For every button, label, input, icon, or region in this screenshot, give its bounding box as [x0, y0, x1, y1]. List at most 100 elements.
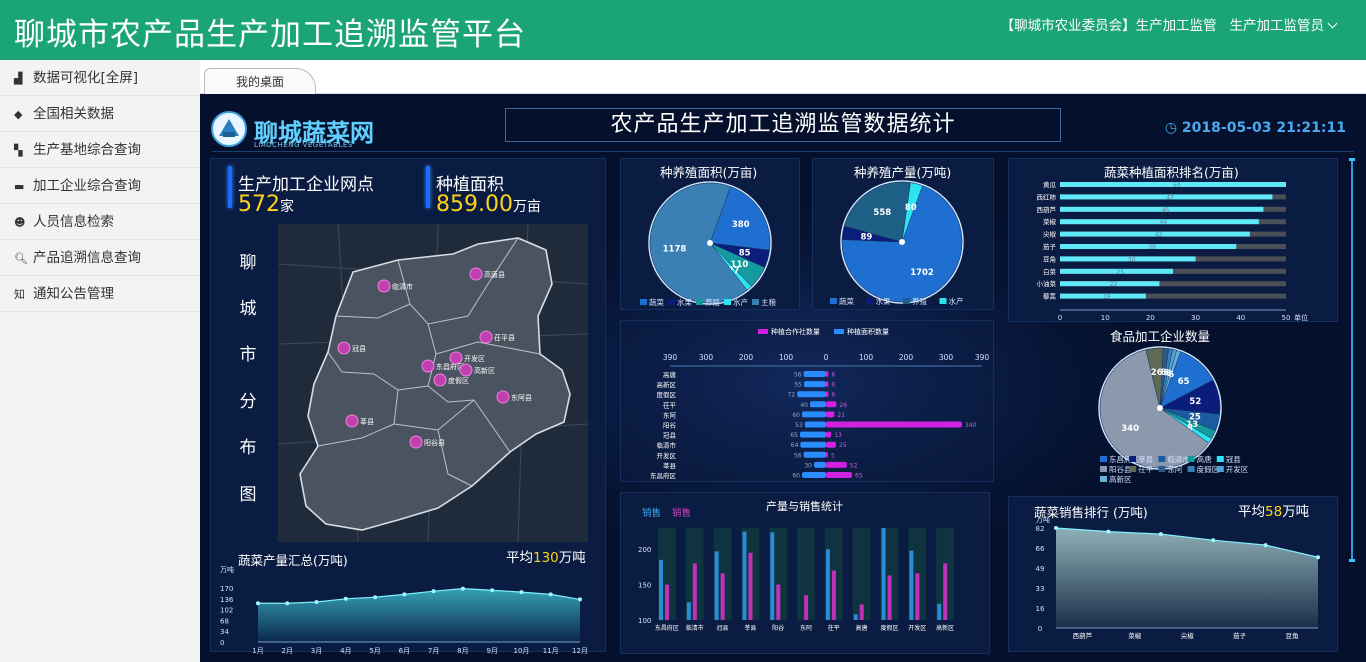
bar-series-a[interactable] [686, 602, 691, 620]
user-role[interactable]: 生产加工监管员 [1230, 18, 1325, 34]
bar-right[interactable] [826, 461, 847, 468]
bar-series-a[interactable] [659, 559, 663, 620]
data-point[interactable] [256, 601, 260, 606]
sidebar-item-processing-enterprise[interactable]: ▬ 加工企业综合查询 [0, 168, 200, 204]
bar-left[interactable] [814, 461, 826, 468]
cooperative-butterfly-chart[interactable]: 种植合作社数量 种植面积数量 390 300 200 100 0 100 200 300 390 高唐… [620, 320, 994, 482]
city-marker[interactable] [377, 279, 391, 293]
city-marker[interactable] [421, 359, 435, 373]
data-point[interactable] [1158, 532, 1163, 537]
data-point[interactable] [373, 595, 378, 600]
bar-series-b[interactable] [720, 573, 725, 620]
bar-left[interactable] [803, 371, 826, 377]
data-point[interactable] [1263, 543, 1268, 548]
data-point[interactable] [1211, 538, 1216, 543]
bar-series-a[interactable] [909, 550, 914, 620]
food-enterprise-pie-chart[interactable]: 655225138340268666东昌府区 莘县 临清市 高唐 冠县阳谷县 茌平 东阿 度假… [1008, 340, 1338, 500]
x-tick-label: 40 [1236, 314, 1245, 322]
sidebar-item-visualization[interactable]: ▟ 数据可视化[全屏] [0, 60, 200, 96]
data-point[interactable] [431, 589, 436, 594]
city-marker[interactable] [409, 435, 423, 449]
bar-series-a[interactable] [825, 549, 830, 620]
veg-rank-chart[interactable]: 黄瓜 50 西红柿 47 西葫芦 45 菜椒 44 尖椒 42 茄子 39 豆角 30 白菜 25 小油菜 22 藜… [1008, 176, 1338, 326]
bar-series-a[interactable] [714, 551, 719, 620]
data-point[interactable] [490, 588, 495, 593]
data-point[interactable] [1106, 529, 1111, 534]
data-point[interactable] [285, 601, 290, 606]
city-marker[interactable] [469, 267, 483, 281]
city-marker[interactable] [345, 414, 359, 428]
bar-right[interactable] [826, 472, 852, 478]
pie-center-dot [1157, 405, 1163, 411]
bar-left[interactable] [802, 472, 826, 478]
bar-left[interactable] [810, 401, 826, 408]
area-fill [1056, 528, 1318, 628]
bar-right[interactable] [826, 441, 836, 448]
chevron-down-icon[interactable] [1327, 18, 1338, 29]
bar-left[interactable] [797, 391, 826, 398]
bar-left[interactable] [804, 381, 826, 388]
city-marker[interactable] [479, 330, 493, 344]
city-marker[interactable] [459, 363, 473, 377]
data-point[interactable] [314, 599, 319, 604]
veg-summary-chart[interactable]: 万吨 170 136 102 68 34 0 1月 2月 3月 4月 5月 6月 7月 8月 9月 10月 11月… [218, 564, 598, 654]
tab-my-desktop[interactable]: 我的桌面 [204, 68, 316, 94]
sidebar-item-production-base[interactable]: ▚ 生产基地综合查询 [0, 132, 200, 168]
bar-left[interactable] [802, 411, 826, 418]
bar-right[interactable] [826, 391, 829, 398]
sidebar-item-national-data[interactable]: ◆ 全国相关数据 [0, 96, 200, 132]
bar-right[interactable] [826, 381, 829, 388]
bar-left[interactable] [800, 441, 826, 448]
dashboard-scrollbar[interactable] [1349, 158, 1355, 562]
bar-series-a[interactable] [853, 614, 858, 620]
area-pie-chart[interactable]: 38085110271178蔬菜 水果 养殖 水产 主粮 [620, 180, 800, 310]
sidebar-item-personnel[interactable]: ☻ 人员信息检索 [0, 204, 200, 240]
city-marker[interactable] [433, 373, 447, 387]
bar-value-label: 44 [1159, 219, 1167, 226]
city-marker[interactable] [496, 390, 510, 404]
user-menu[interactable]: 【聊城市农业委员会】生产加工监管 生产加工监管员 [1001, 14, 1338, 34]
car-icon: ◆ [14, 108, 23, 121]
sidebar-item-trace[interactable]: 🔍︎ 产品追溯信息查询 [0, 240, 200, 276]
bar-series-b[interactable] [831, 570, 836, 620]
bar-series-a[interactable] [770, 532, 775, 620]
veg-sales-chart[interactable]: 万吨82 66 49 33 16 0 西葫芦 菜椒 尖椒 茄子 豆角 [1008, 518, 1338, 648]
yield-pie-chart[interactable]: 1702 89 558 80 蔬菜 水果 养殖 水产 [812, 180, 994, 310]
bar-left[interactable] [803, 451, 826, 458]
data-point[interactable] [578, 597, 582, 602]
city-marker[interactable] [337, 341, 351, 355]
bar-right[interactable] [826, 451, 828, 458]
bar-right[interactable] [826, 371, 829, 377]
bar-series-b[interactable] [887, 575, 892, 620]
bar-series-a[interactable] [881, 528, 886, 620]
bar-right[interactable] [826, 421, 962, 428]
city-map[interactable]: 临清市高唐县茌平县冠县开发区东昌府区 高新区度假区东阿县莘县阳谷县 [278, 224, 588, 542]
bar-series-b[interactable] [943, 563, 948, 620]
bar-left[interactable] [804, 421, 826, 428]
bar-right[interactable] [826, 431, 832, 438]
x-tick-label: 5月 [369, 647, 380, 654]
sales-chart[interactable]: 销售 销售 产量与销售统计 200 150 100 东昌府区 临清市 冠县 莘县 阳谷 东阿 茌平 高唐 度… [620, 492, 990, 654]
bar-series-b[interactable] [692, 563, 697, 620]
data-point[interactable] [548, 592, 553, 597]
bar-right[interactable] [826, 401, 837, 408]
bar-left[interactable] [800, 431, 826, 438]
data-point[interactable] [402, 592, 407, 597]
data-point[interactable] [1316, 555, 1320, 560]
bar-series-b[interactable] [859, 604, 864, 620]
bar-series-b[interactable] [748, 552, 753, 620]
bar-right[interactable] [826, 411, 835, 418]
data-point[interactable] [460, 586, 465, 591]
legend-label: 蔬菜 [649, 297, 664, 307]
data-point[interactable] [343, 596, 348, 601]
bar-series-a[interactable] [742, 531, 747, 620]
bar-series-b[interactable] [665, 584, 669, 620]
bar-series-b[interactable] [915, 573, 920, 620]
y-tick-label: 82 [1036, 525, 1045, 533]
data-point[interactable] [519, 590, 524, 595]
bar-series-a[interactable] [937, 603, 942, 620]
data-point[interactable] [1054, 526, 1058, 530]
sidebar-item-notice[interactable]: 知通知公告管理 [0, 276, 200, 312]
bar-series-b[interactable] [804, 595, 809, 620]
bar-series-b[interactable] [776, 584, 781, 620]
